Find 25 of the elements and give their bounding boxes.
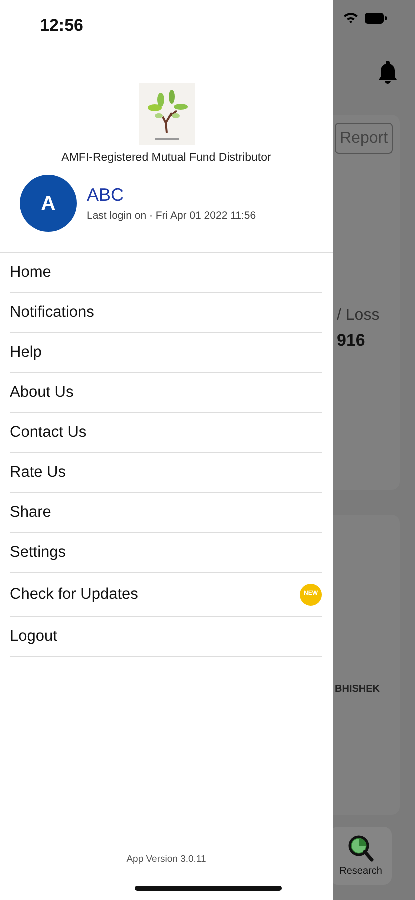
magnifier-icon (348, 835, 374, 863)
menu-item[interactable]: Home (10, 261, 52, 284)
tagline-text: AMFI-Registered Mutual Fund Distributor (62, 151, 272, 166)
tree-logo (138, 83, 194, 145)
avatar: A (20, 175, 77, 232)
bell-icon[interactable] (378, 60, 398, 84)
menu-item[interactable]: Contact Us (10, 421, 87, 444)
app-version-text: App Version 3.0.11 (126, 852, 206, 867)
menu-item[interactable]: Settings (10, 541, 66, 564)
menu-item[interactable]: Share (10, 501, 52, 524)
menu-item[interactable]: Help (10, 341, 42, 364)
menu-item[interactable]: Check for Updates (10, 583, 138, 606)
menu-item[interactable]: Notifications (10, 301, 94, 324)
battery-icon (365, 12, 387, 24)
name-text: BHISHEK (335, 683, 380, 697)
loss-label: / Loss (337, 306, 380, 326)
menu-item[interactable]: Logout (10, 625, 58, 648)
menu-item[interactable]: About Us (10, 381, 74, 404)
menu-item[interactable]: Rate Us (10, 461, 66, 484)
user-name: ABC (87, 184, 126, 208)
wifi-icon (343, 12, 359, 24)
loss-value: 916 (337, 330, 366, 352)
last-login-text: Last login on - Fri Apr 01 2022 11:56 (87, 209, 256, 224)
research-tab[interactable]: Research (330, 827, 392, 885)
status-time: 12:56 (40, 16, 84, 35)
